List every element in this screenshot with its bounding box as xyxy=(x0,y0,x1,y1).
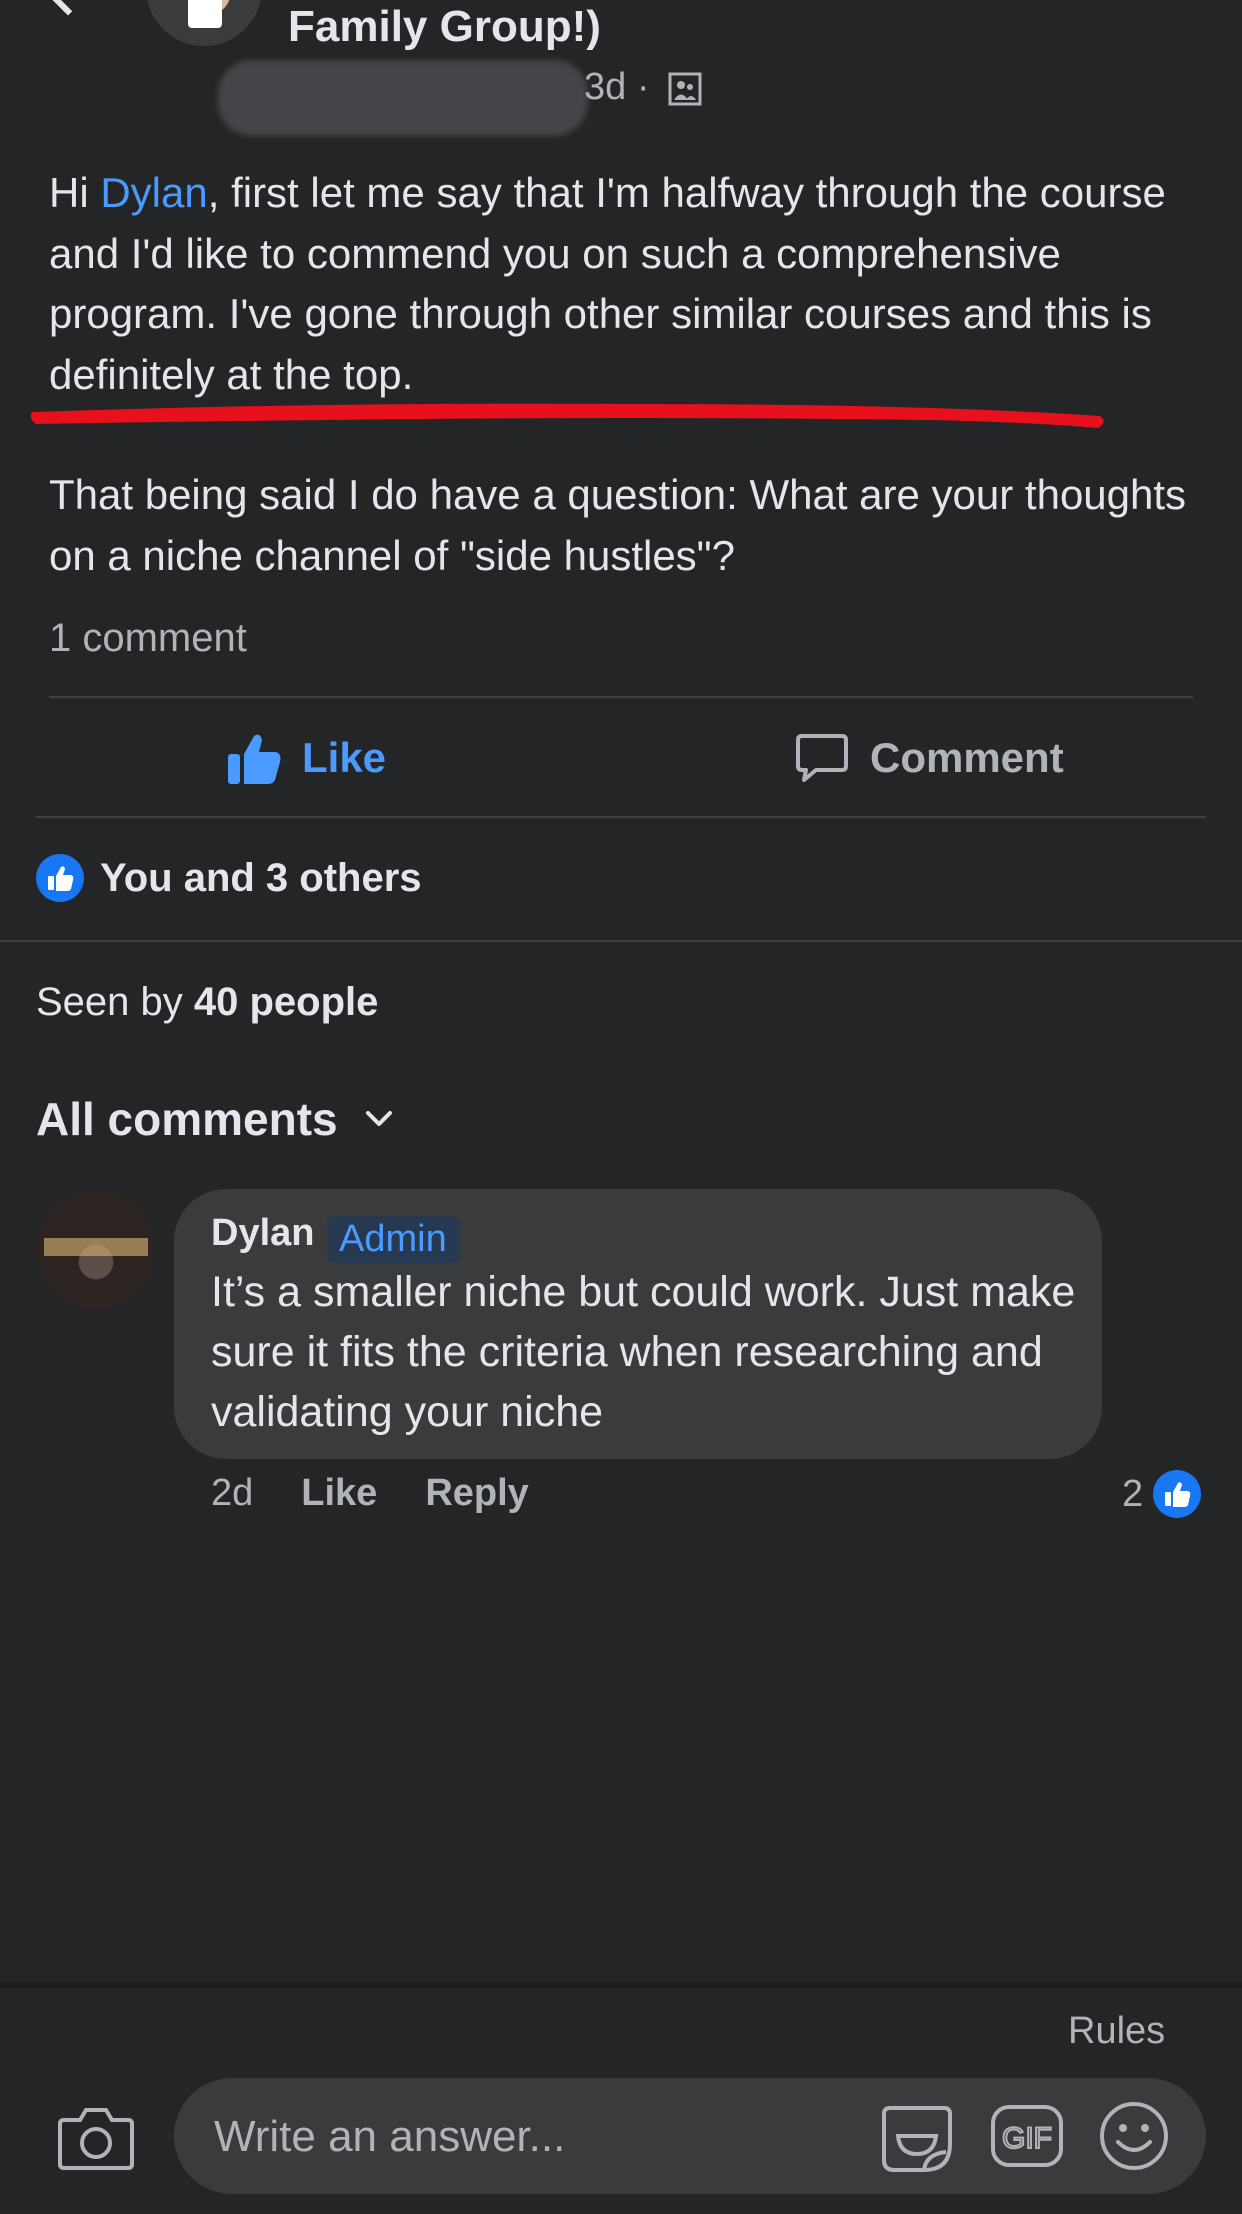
gif-icon[interactable]: GIF xyxy=(990,2104,1064,2168)
sticker-icon[interactable] xyxy=(880,2100,954,2174)
post-paragraph-1-text: , first let me say that I'm halfway thro… xyxy=(49,169,1166,398)
author-avatar[interactable] xyxy=(146,0,262,46)
comment-like-button[interactable]: Like xyxy=(301,1472,377,1515)
post-greeting: Hi xyxy=(49,169,101,216)
mention-link[interactable]: Dylan xyxy=(100,169,207,216)
comment-reaction-count: 2 xyxy=(1122,1472,1144,1515)
post-paragraph-1: Hi Dylan, first let me say that I'm half… xyxy=(49,163,1189,405)
admin-badge: Admin xyxy=(327,1216,459,1263)
post-body: Hi Dylan, first let me say that I'm half… xyxy=(49,163,1189,586)
comments-filter-label: All comments xyxy=(36,1093,338,1145)
reaction-summary[interactable]: You and 3 others xyxy=(36,854,422,902)
like-button[interactable]: Like xyxy=(226,730,386,786)
seen-by-prefix: Seen by xyxy=(36,980,194,1024)
comments-filter-dropdown[interactable]: All comments xyxy=(36,1092,394,1146)
comment-bubble-icon xyxy=(796,734,848,782)
answer-input[interactable] xyxy=(212,2078,876,2196)
comment-button-label: Comment xyxy=(870,734,1064,781)
seen-by-count: 40 people xyxy=(193,980,379,1024)
divider xyxy=(49,696,1193,698)
comment-reactions[interactable]: 2 xyxy=(1122,1470,1202,1518)
emoji-icon[interactable] xyxy=(1098,2100,1170,2172)
red-highlight-underline xyxy=(30,403,1104,428)
redacted-author-name xyxy=(218,60,588,136)
comment-count[interactable]: 1 comment xyxy=(49,616,247,661)
post-paragraph-2: That being said I do have a question: Wh… xyxy=(49,471,1187,579)
seen-by[interactable]: Seen by 40 people xyxy=(36,980,378,1025)
comment-age: 2d xyxy=(211,1472,254,1514)
divider xyxy=(36,816,1206,818)
comment-text: It’s a smaller niche but could work. Jus… xyxy=(211,1268,1076,1436)
comment-meta: 2d Like Reply xyxy=(211,1472,529,1515)
like-reaction-icon xyxy=(36,854,84,902)
post-title: Family Group!) xyxy=(288,2,601,51)
chevron-down-icon xyxy=(365,1111,392,1126)
reaction-summary-text: You and 3 others xyxy=(100,855,422,900)
comment-reply-button[interactable]: Reply xyxy=(425,1472,528,1515)
thumbs-up-icon xyxy=(228,734,281,784)
camera-icon[interactable] xyxy=(58,2106,134,2170)
gif-icon-label: GIF xyxy=(1002,2122,1052,2155)
post-time: 3d · xyxy=(584,66,650,108)
divider xyxy=(0,940,1242,942)
rules-link[interactable]: Rules xyxy=(1068,2010,1165,2053)
commenter-avatar[interactable] xyxy=(36,1190,156,1310)
like-button-label: Like xyxy=(302,734,387,781)
privacy-members-icon xyxy=(668,72,702,106)
comment-author[interactable]: Dylan xyxy=(211,1212,314,1255)
back-chevron-icon[interactable] xyxy=(42,0,94,16)
like-reaction-icon xyxy=(1153,1470,1202,1518)
comment-button[interactable]: Comment xyxy=(794,730,1064,786)
